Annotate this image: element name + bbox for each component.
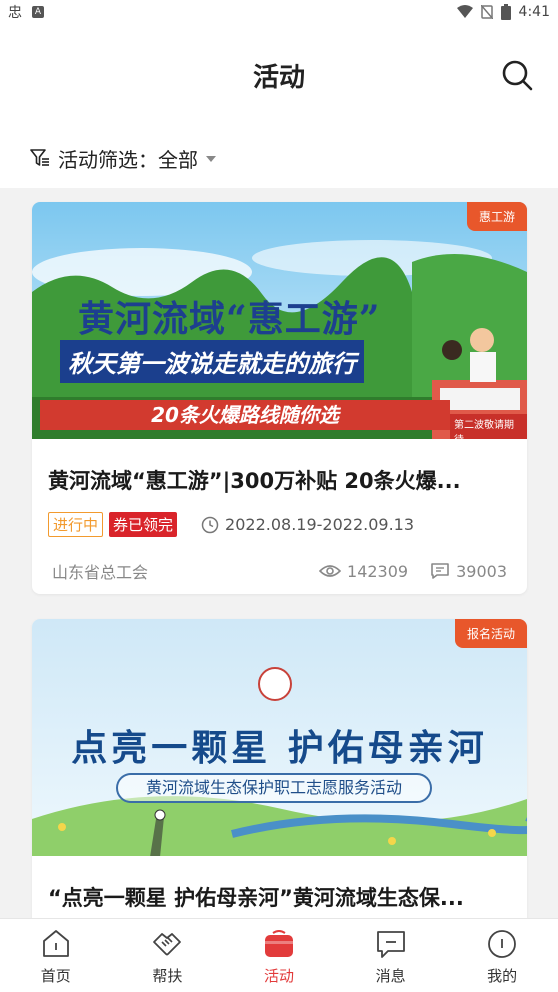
banner-headline: 点亮一颗星 护佑母亲河 bbox=[71, 727, 488, 769]
activity-card[interactable]: 黄河流域“惠工游” 秋天第一波说走就走的旅行 20条火爆路线随你选 第二波敬请期… bbox=[32, 202, 527, 594]
nav-activity[interactable]: 活动 bbox=[223, 919, 335, 992]
organizer-name: 山东省总工会 bbox=[52, 563, 149, 582]
bottom-navigation: 首页 帮扶 活动 消息 我的 bbox=[0, 918, 558, 992]
status-badge: 进行中 bbox=[48, 512, 104, 537]
date-range-text: 2022.08.19-2022.09.13 bbox=[225, 515, 415, 534]
chevron-down-icon bbox=[206, 156, 216, 162]
nav-messages[interactable]: 消息 bbox=[335, 919, 447, 992]
coupon-badge: 券已领完 bbox=[109, 512, 178, 537]
nav-home-label: 首页 bbox=[40, 967, 71, 985]
banner-subtitle: 秋天第一波说走就走的旅行 bbox=[60, 340, 364, 383]
handshake-icon bbox=[153, 933, 182, 956]
comment-count: 39003 bbox=[430, 562, 507, 581]
activity-banner[interactable]: 点亮一颗星 护佑母亲河 黄河流域生态保护职工志愿服务活动 报名活动 bbox=[32, 619, 527, 856]
activity-title[interactable]: 黄河流域“惠工游”|300万补贴 20条火爆... bbox=[32, 465, 527, 495]
page-header: 活动 bbox=[0, 24, 558, 128]
filter-value[interactable]: 全部 bbox=[158, 144, 198, 173]
message-icon bbox=[376, 931, 405, 958]
nav-activity-label: 活动 bbox=[263, 967, 294, 985]
nav-messages-label: 消息 bbox=[375, 967, 406, 985]
activity-filter[interactable]: 活动筛选： 全部 bbox=[0, 128, 558, 188]
nav-profile[interactable]: 我的 bbox=[446, 919, 558, 992]
activity-tag: 报名活动 bbox=[454, 619, 527, 648]
nav-help-label: 帮扶 bbox=[152, 967, 183, 985]
wifi-icon bbox=[456, 5, 473, 18]
banner-headline: 黄河流域“惠工游” bbox=[78, 298, 381, 340]
eye-icon bbox=[319, 565, 342, 577]
activity-meta: 进行中 券已领完 2022.08.19-2022.09.13 bbox=[32, 512, 527, 537]
nav-profile-label: 我的 bbox=[487, 967, 518, 985]
search-icon[interactable] bbox=[500, 58, 534, 92]
profile-icon bbox=[488, 930, 517, 958]
activity-title[interactable]: “点亮一颗星 护佑母亲河”黄河流域生态保... bbox=[32, 882, 527, 912]
activity-tag: 惠工游 bbox=[466, 202, 527, 231]
filter-icon bbox=[30, 149, 49, 166]
clock-time: 4:41 bbox=[518, 4, 550, 20]
page-title: 活动 bbox=[252, 63, 305, 93]
activity-date: 2022.08.19-2022.09.13 bbox=[201, 515, 414, 534]
banner-pill: 黄河流域生态保护职工志愿服务活动 bbox=[116, 773, 432, 803]
banner-route-strip: 20条火爆路线随你选 bbox=[40, 400, 450, 430]
view-count-value: 142309 bbox=[347, 561, 409, 581]
home-icon bbox=[42, 930, 69, 957]
activity-footer: 山东省总工会 142309 39003 bbox=[32, 559, 527, 583]
battery-icon bbox=[500, 4, 511, 20]
comment-icon bbox=[431, 563, 449, 579]
no-sim-icon bbox=[480, 5, 493, 19]
app-notification-icon: 忠 bbox=[8, 5, 22, 21]
view-count: 142309 bbox=[319, 562, 408, 581]
clock-icon bbox=[201, 516, 219, 533]
emblem-icon bbox=[258, 667, 292, 701]
a-notification-icon: A bbox=[32, 6, 44, 18]
activity-card[interactable]: 点亮一颗星 护佑母亲河 黄河流域生态保护职工志愿服务活动 报名活动 “点亮一颗星… bbox=[32, 619, 527, 939]
banner-small-note: 第二波敬请期待 bbox=[450, 414, 527, 439]
comment-count-value: 39003 bbox=[456, 561, 507, 581]
activity-banner[interactable]: 黄河流域“惠工游” 秋天第一波说走就走的旅行 20条火爆路线随你选 第二波敬请期… bbox=[32, 202, 527, 439]
gift-bag-icon bbox=[264, 930, 293, 957]
status-bar: 忠 A 4:41 bbox=[0, 0, 558, 24]
nav-help[interactable]: 帮扶 bbox=[112, 919, 224, 992]
filter-label: 活动筛选： bbox=[58, 147, 158, 172]
nav-home[interactable]: 首页 bbox=[0, 919, 112, 992]
